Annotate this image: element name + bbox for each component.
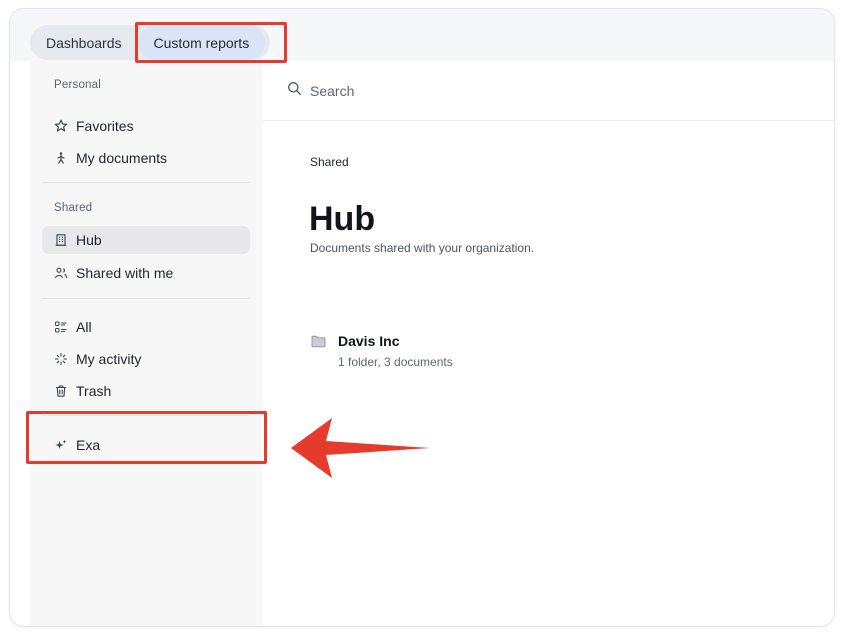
sidebar-item-label: Hub [76,232,102,248]
search-bar [262,61,834,121]
search-input[interactable] [310,82,610,99]
folder-meta: 1 folder, 3 documents [338,355,453,369]
annotation-arrow-icon [291,418,430,478]
sidebar-divider [42,182,250,183]
main-content: Shared Hub Documents shared with your or… [262,61,834,626]
users-icon [54,266,68,280]
person-walking-icon [54,151,68,165]
sidebar: Personal Favorites My documents Shared H… [30,61,262,626]
search-icon [287,81,302,101]
sparkle-burst-icon [54,352,68,366]
folder-item[interactable]: Davis Inc 1 folder, 3 documents [310,331,610,373]
app-window: Dashboards Custom reports Personal Favor… [10,9,834,626]
sidebar-item-label: All [76,319,92,335]
sidebar-item-label: Favorites [76,118,134,134]
list-icon [54,320,68,334]
breadcrumb[interactable]: Shared [310,155,349,169]
sidebar-item-hub[interactable]: Hub [42,226,250,254]
top-bar: Dashboards Custom reports [10,9,834,61]
star-icon [54,119,68,133]
sidebar-item-shared-with-me[interactable]: Shared with me [42,259,250,287]
tab-custom-reports[interactable]: Custom reports [137,25,266,60]
sidebar-item-favorites[interactable]: Favorites [42,112,250,140]
trash-icon [54,384,68,398]
sidebar-item-trash[interactable]: Trash [42,377,250,405]
sidebar-item-my-activity[interactable]: My activity [42,345,250,373]
page-subtitle: Documents shared with your organization. [310,241,535,255]
tab-group: Dashboards Custom reports [30,25,270,60]
building-icon [54,233,68,247]
tab-dashboards[interactable]: Dashboards [30,25,138,60]
sidebar-item-exa[interactable]: Exa [42,431,250,459]
sparkles-icon [54,438,68,452]
sidebar-item-label: Exa [76,437,101,453]
sidebar-divider [42,298,250,299]
sidebar-item-label: My documents [76,150,168,166]
sidebar-divider [42,415,250,416]
page-title: Hub [309,200,376,238]
sidebar-item-all[interactable]: All [42,313,250,341]
sidebar-item-my-documents[interactable]: My documents [42,144,250,172]
section-label-personal: Personal [54,79,101,91]
sidebar-item-label: Shared with me [76,265,174,281]
sidebar-item-label: Trash [76,383,112,399]
folder-name: Davis Inc [338,333,400,349]
folder-icon [311,335,326,353]
section-label-shared: Shared [54,202,93,214]
sidebar-item-label: My activity [76,351,142,367]
